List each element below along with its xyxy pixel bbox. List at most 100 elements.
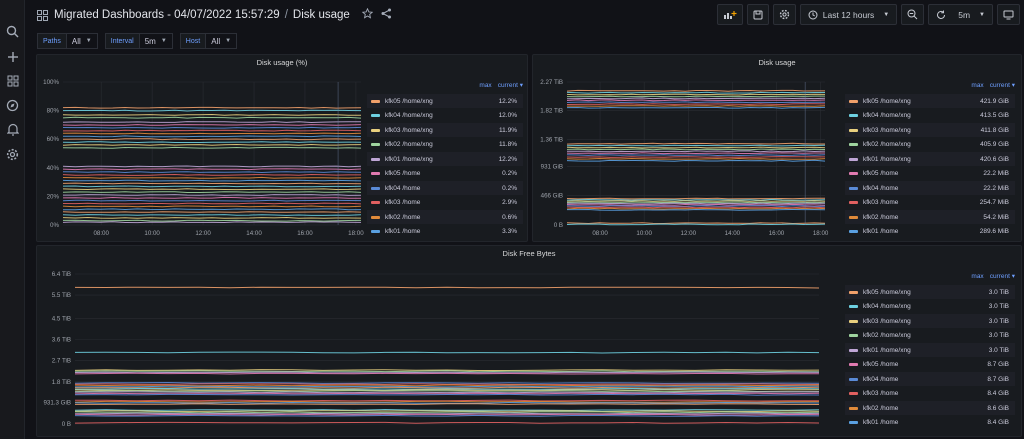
legend-item[interactable]: kfk04 /home/xng 413.5 GiB [845, 109, 1015, 123]
legend-item[interactable]: kfk04 /home 8.7 GiB [845, 372, 1015, 386]
legend-item[interactable]: kfk02 /home 0.6% [367, 210, 523, 224]
x-tick-label: 10:00 [636, 230, 652, 237]
legend-item[interactable]: kfk01 /home/xng 12.2% [367, 152, 523, 166]
legend-item[interactable]: kfk03 /home 8.4 GiB [845, 387, 1015, 401]
legend-item[interactable]: kfk03 /home 2.9% [367, 196, 523, 210]
legend-header-max[interactable]: max [971, 273, 983, 280]
panel-disk-free-bytes[interactable]: Disk Free Bytes 6.4 TiB 5.5 TiB 4.5 TiB 3.6… [36, 245, 1022, 437]
legend-item[interactable]: kfk03 /home/xng 11.9% [367, 123, 523, 137]
legend-item[interactable]: kfk03 /home 254.7 MiB [845, 196, 1015, 210]
time-picker-button[interactable]: Last 12 hours ▼ [799, 4, 898, 25]
legend-item[interactable]: kfk04 /home 22.2 MiB [845, 181, 1015, 195]
legend-current-value: 0.2% [502, 184, 517, 192]
legend-header-current[interactable]: current [990, 273, 1010, 280]
legend-item[interactable]: kfk05 /home 22.2 MiB [845, 167, 1015, 181]
legend-item[interactable]: kfk01 /home 8.4 GiB [845, 416, 1015, 430]
plus-icon[interactable] [4, 48, 21, 65]
legend-item[interactable]: kfk05 /home/xng 421.9 GiB [845, 94, 1015, 108]
legend-series-name: kfk02 /home/xng [863, 141, 911, 148]
dashboard-settings-button[interactable] [772, 4, 796, 25]
series-line [74, 372, 820, 375]
legend-item[interactable]: kfk02 /home/xng 3.0 TiB [845, 329, 1015, 343]
legend-series-name: kfk03 /home [863, 390, 899, 397]
series-line [566, 197, 826, 200]
panel-legend: max current ▾ kfk05 /home/xng 12.2% kfk04 /… [367, 81, 523, 239]
variable-select-paths[interactable]: All ▼ [66, 33, 98, 49]
legend-current-value: 54.2 MiB [983, 213, 1009, 221]
legend-header-current[interactable]: current [498, 82, 518, 89]
legend-current-value: 8.7 GiB [987, 375, 1009, 383]
legend-item[interactable]: kfk02 /home 8.6 GiB [845, 401, 1015, 415]
legend-series-name: kfk05 /home [863, 170, 899, 177]
star-icon[interactable] [361, 7, 374, 22]
series-line [74, 411, 820, 414]
folder-link[interactable]: Migrated Dashboards - 04/07/2022 15:57:2… [54, 9, 280, 21]
series-line [74, 421, 820, 424]
share-icon[interactable] [381, 6, 392, 24]
legend-item[interactable]: kfk04 /home/xng 3.0 TiB [845, 300, 1015, 314]
series-line [566, 203, 826, 206]
legend-item[interactable]: kfk02 /home/xng 405.9 GiB [845, 138, 1015, 152]
alerting-bell-icon[interactable] [4, 121, 21, 138]
legend-series-name: kfk04 /home [863, 184, 899, 192]
x-tick-label: 12:00 [195, 230, 211, 237]
legend-current-value: 12.2% [498, 155, 517, 163]
tv-mode-button[interactable] [997, 4, 1020, 25]
legend-item[interactable]: kfk04 /home/xng 12.0% [367, 109, 523, 123]
legend-swatch [849, 230, 858, 233]
legend-item[interactable]: kfk05 /home 0.2% [367, 167, 523, 181]
grafana-app: Migrated Dashboards - 04/07/2022 15:57:2… [0, 0, 1024, 439]
x-tick-label: 10:00 [144, 230, 160, 237]
legend-swatch [849, 215, 858, 219]
legend-item[interactable]: kfk03 /home/xng 411.8 GiB [845, 123, 1015, 137]
disk-usage-percent-graph[interactable]: 100% 80% 60% 40% 20% 0% 08:00 10:00 12:00 14:00 16… [37, 55, 367, 243]
legend-series-name: kfk03 /home [863, 199, 899, 206]
legend-item[interactable]: kfk01 /home 3.3% [367, 225, 523, 239]
legend-item[interactable]: kfk03 /home/xng 3.0 TiB [845, 314, 1015, 328]
legend-swatch [849, 392, 858, 395]
legend-item[interactable]: kfk02 /home/xng 11.8% [367, 138, 523, 152]
legend-item[interactable]: kfk01 /home/xng 3.0 TiB [845, 343, 1015, 357]
page-title: Disk usage [292, 9, 350, 21]
panel-disk-usage-percent[interactable]: Disk usage (%) 100% 80% 60% 40% 20% 0% 08:00 10… [36, 54, 528, 242]
legend-swatch [849, 128, 858, 132]
legend-header-max[interactable]: max [971, 82, 983, 89]
legend-item[interactable]: kfk05 /home/xng 12.2% [367, 94, 523, 108]
legend-header: max current ▾ [971, 82, 1015, 89]
series-line [62, 211, 362, 213]
legend-series-name: kfk05 /home [863, 361, 899, 368]
legend-current-value: 413.5 GiB [980, 112, 1009, 119]
legend-current-value: 254.7 MiB [979, 199, 1009, 206]
legend-header-current[interactable]: current [990, 82, 1010, 89]
legend-current-value: 3.0 TiB [988, 303, 1009, 310]
legend-item[interactable]: kfk05 /home/xng 3.0 TiB [845, 285, 1015, 299]
settings-gear-icon[interactable] [4, 146, 21, 163]
variable-select-host[interactable]: All ▼ [206, 33, 238, 49]
legend-item[interactable]: kfk04 /home 0.2% [367, 181, 523, 195]
legend-series-name: kfk05 /home/xng [863, 288, 911, 296]
disk-usage-graph[interactable]: 2.27 TiB 1.82 TiB 1.36 TiB 931 GiB 466 GiB 0 … [533, 55, 833, 243]
legend-item[interactable]: kfk01 /home/xng 420.6 GiB [845, 152, 1015, 166]
save-dashboard-button[interactable] [746, 4, 769, 25]
legend-header-max[interactable]: max [479, 82, 491, 89]
legend-series-name: kfk04 /home [385, 184, 421, 192]
legend-item[interactable]: kfk05 /home 8.7 GiB [845, 358, 1015, 372]
legend-swatch [849, 201, 858, 204]
series-line [74, 392, 820, 395]
series-line [62, 171, 362, 174]
add-panel-button[interactable] [716, 4, 743, 25]
legend-item[interactable]: kfk02 /home 54.2 MiB [845, 210, 1015, 224]
series-line [567, 105, 826, 107]
series-line [74, 391, 820, 394]
series-line [74, 351, 820, 354]
dashboards-icon[interactable] [4, 72, 21, 89]
explore-compass-icon[interactable] [4, 97, 21, 114]
disk-free-bytes-graph[interactable]: 6.4 TiB 5.5 TiB 4.5 TiB 3.6 TiB 2.7 TiB 1.8 T… [37, 246, 837, 438]
legend-item[interactable]: kfk01 /home 289.6 MiB [845, 225, 1015, 239]
panel-disk-usage[interactable]: Disk usage 2.27 TiB 1.82 TiB 1.36 TiB 931 G… [532, 54, 1022, 242]
zoom-out-button[interactable] [901, 4, 925, 25]
series-line [62, 191, 362, 193]
search-icon[interactable] [4, 23, 21, 40]
refresh-button[interactable]: 5m ▼ [928, 4, 993, 25]
variable-select-interval[interactable]: 5m ▼ [139, 33, 173, 49]
